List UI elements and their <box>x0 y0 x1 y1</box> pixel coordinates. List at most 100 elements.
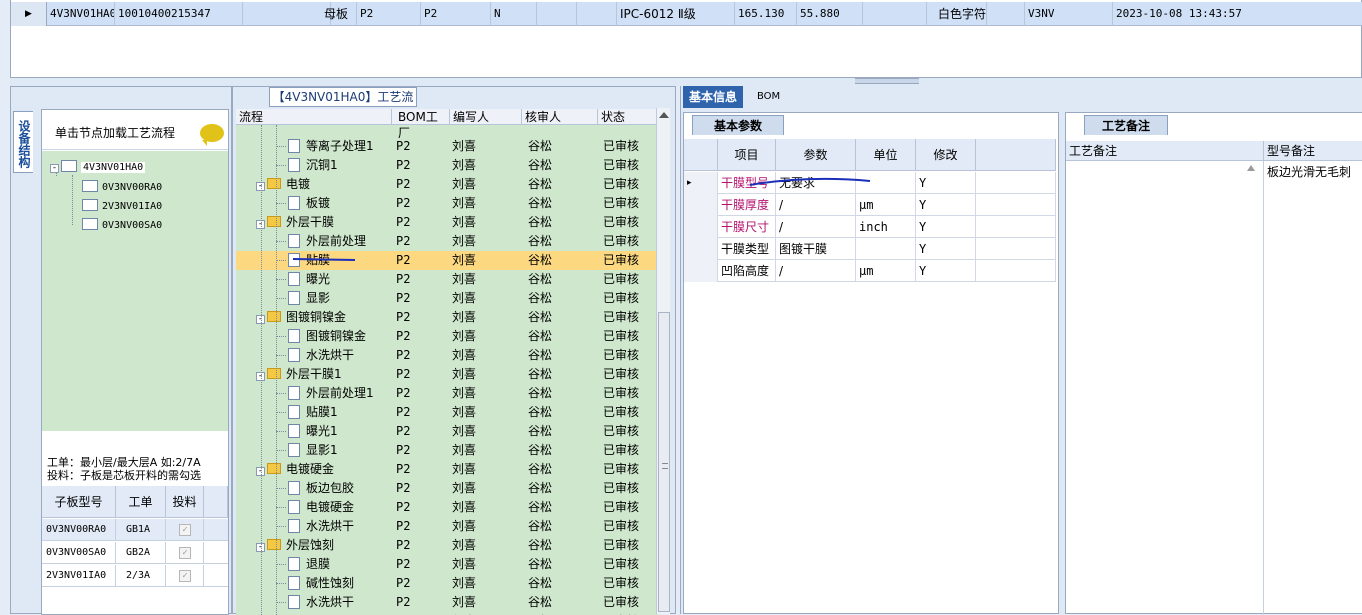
param-item[interactable]: 干膜厚度 <box>718 194 776 216</box>
param-value[interactable]: / <box>776 260 856 282</box>
cell-flag[interactable]: N <box>491 2 537 26</box>
col-bom-factory[interactable]: BOM工厂 <box>392 109 450 140</box>
feed-checkbox[interactable]: ✓ <box>179 547 191 559</box>
scroll-up-icon[interactable] <box>1247 165 1255 171</box>
process-step-row[interactable]: 碱性蚀刻 P2 刘喜 谷松 已审核 <box>236 574 659 593</box>
cell-silkscreen[interactable]: 白色字符 <box>927 2 987 26</box>
cell-board-type[interactable]: 母板 <box>321 2 357 26</box>
sub-feed[interactable]: ✓ <box>166 542 204 564</box>
process-step-row[interactable]: 板边包胶 P2 刘喜 谷松 已审核 <box>236 479 659 498</box>
cell-code[interactable]: 10010400215347 <box>115 2 243 26</box>
cell-standard[interactable]: IPC-6012 Ⅱ级 <box>617 2 735 26</box>
param-modify[interactable]: Y <box>916 194 976 216</box>
col-reviewer[interactable]: 核审人 <box>522 109 598 125</box>
sub-feed[interactable]: ✓ <box>166 565 204 587</box>
feed-checkbox[interactable]: ✓ <box>179 524 191 536</box>
cell-blank-3[interactable] <box>863 2 927 26</box>
cell-blank-4[interactable] <box>987 2 1025 26</box>
col-process-remark[interactable]: 工艺备注 <box>1066 141 1264 161</box>
process-step-row[interactable]: 显影 P2 刘喜 谷松 已审核 <box>236 289 659 308</box>
process-group-row[interactable]: - 外层干膜1 P2 刘喜 谷松 已审核 <box>236 365 659 384</box>
col-status[interactable]: 状态 <box>598 109 659 125</box>
collapse-icon[interactable]: - <box>50 164 59 173</box>
process-step-row[interactable]: 曝光1 P2 刘喜 谷松 已审核 <box>236 422 659 441</box>
col-unit[interactable]: 单位 <box>856 139 916 171</box>
param-modify[interactable]: Y <box>916 260 976 282</box>
tree-child-node[interactable]: 0V3NV00SA0 <box>82 217 162 235</box>
param-modify[interactable]: Y <box>916 216 976 238</box>
process-step-row[interactable]: 水洗烘干 P2 刘喜 谷松 已审核 <box>236 593 659 612</box>
process-step-row[interactable]: 等离子处理1 P2 刘喜 谷松 已审核 <box>236 137 659 156</box>
process-group-row[interactable]: - 外层蚀刻 P2 刘喜 谷松 已审核 <box>236 536 659 555</box>
col-order[interactable]: 工单 <box>116 486 166 518</box>
cell-factory-2[interactable]: P2 <box>421 2 491 26</box>
process-step-row[interactable]: 图镀铜镍金 P2 刘喜 谷松 已审核 <box>236 327 659 346</box>
param-modify[interactable]: Y <box>916 238 976 260</box>
process-step-row[interactable]: 外层前处理1 P2 刘喜 谷松 已审核 <box>236 384 659 403</box>
process-step-row[interactable]: 曝光 P2 刘喜 谷松 已审核 <box>236 270 659 289</box>
sub-order[interactable]: 2/3A <box>116 565 166 587</box>
tree-root-node[interactable]: -4V3NV01HA0 <box>50 159 146 177</box>
process-group-row[interactable]: - 电镀 P2 刘喜 谷松 已审核 <box>236 175 659 194</box>
tab-basic-info[interactable]: 基本信息 <box>683 86 744 108</box>
speech-bubble-icon[interactable] <box>200 124 224 146</box>
col-flow[interactable]: 流程 <box>236 109 392 125</box>
param-value[interactable]: / <box>776 194 856 216</box>
sub-feed[interactable]: ✓ <box>166 519 204 541</box>
tab-bom[interactable]: BOM <box>751 86 786 108</box>
param-item[interactable]: 干膜类型 <box>718 238 776 260</box>
param-item[interactable]: 干膜尺寸 <box>718 216 776 238</box>
process-group-row[interactable]: - 电镀硬金 P2 刘喜 谷松 已审核 <box>236 460 659 479</box>
param-row[interactable]: 干膜类型 图镀干膜 Y <box>684 238 1056 260</box>
param-unit[interactable] <box>856 238 916 260</box>
process-scrollbar[interactable] <box>656 108 670 614</box>
param-row[interactable]: 凹陷高度 / μm Y <box>684 260 1056 282</box>
param-unit[interactable]: μm <box>856 260 916 282</box>
tree-child-node[interactable]: 0V3NV00RA0 <box>82 179 162 197</box>
process-step-row[interactable]: 显影1 P2 刘喜 谷松 已审核 <box>236 441 659 460</box>
feed-checkbox[interactable]: ✓ <box>179 570 191 582</box>
sub-row[interactable]: 0V3NV00RA0 GB1A ✓ <box>42 519 228 541</box>
process-step-row[interactable]: 退膜 P2 刘喜 谷松 已审核 <box>236 555 659 574</box>
param-row[interactable]: 干膜尺寸 / inch Y <box>684 216 1056 238</box>
col-writer[interactable]: 编写人 <box>450 109 522 125</box>
cell-blank-1[interactable] <box>537 2 577 26</box>
scroll-thumb[interactable] <box>658 312 670 612</box>
cell-empty[interactable] <box>243 2 331 26</box>
scroll-up-icon[interactable] <box>659 112 669 118</box>
tab-basic-params[interactable]: 基本参数 <box>692 115 784 135</box>
col-feed[interactable]: 投料 <box>166 486 204 518</box>
process-step-row[interactable]: 外层前处理 P2 刘喜 谷松 已审核 <box>236 232 659 251</box>
tree-child-node[interactable]: 2V3NV01IA0 <box>82 198 162 216</box>
sub-order[interactable]: GB2A <box>116 542 166 564</box>
process-step-row[interactable]: 板镀 P2 刘喜 谷松 已审核 <box>236 194 659 213</box>
param-modify[interactable]: Y <box>916 172 976 194</box>
cell-model[interactable]: 4V3NV01HA0 <box>47 2 115 26</box>
param-item[interactable]: 凹陷高度 <box>718 260 776 282</box>
param-value[interactable]: 图镀干膜 <box>776 238 856 260</box>
col-param[interactable]: 参数 <box>776 139 856 171</box>
cell-width[interactable]: 55.880 <box>797 2 863 26</box>
col-sub-model[interactable]: 子板型号 <box>42 486 116 518</box>
process-group-row[interactable]: - 图镀铜镍金 P2 刘喜 谷松 已审核 <box>236 308 659 327</box>
cell-blank-2[interactable] <box>577 2 617 26</box>
param-row[interactable]: 干膜厚度 / μm Y <box>684 194 1056 216</box>
process-group-row[interactable]: - 外层干膜 P2 刘喜 谷松 已审核 <box>236 213 659 232</box>
process-remark-text[interactable] <box>1066 161 1264 615</box>
process-step-row[interactable]: 水洗烘干 P2 刘喜 谷松 已审核 <box>236 517 659 536</box>
sub-row[interactable]: 2V3NV01IA0 2/3A ✓ <box>42 565 228 587</box>
tab-device-structure[interactable]: 设备结构 <box>13 111 33 173</box>
tab-process-remark[interactable]: 工艺备注 <box>1084 115 1168 135</box>
model-remark-text[interactable]: 板边光滑无毛刺 <box>1267 163 1351 180</box>
cell-length[interactable]: 165.130 <box>735 2 797 26</box>
process-step-row[interactable]: 电镀硬金 P2 刘喜 谷松 已审核 <box>236 498 659 517</box>
cell-series[interactable]: V3NV <box>1025 2 1113 26</box>
col-modify[interactable]: 修改 <box>916 139 976 171</box>
order-grid-selected-row[interactable]: ▶ 4V3NV01HA0 10010400215347 母板 P2 P2 N I… <box>11 2 1362 26</box>
param-unit[interactable]: μm <box>856 194 916 216</box>
col-item[interactable]: 项目 <box>718 139 776 171</box>
sub-order[interactable]: GB1A <box>116 519 166 541</box>
process-step-row[interactable]: 水洗烘干 P2 刘喜 谷松 已审核 <box>236 346 659 365</box>
horizontal-splitter[interactable] <box>10 78 1362 86</box>
cell-factory-1[interactable]: P2 <box>357 2 421 26</box>
